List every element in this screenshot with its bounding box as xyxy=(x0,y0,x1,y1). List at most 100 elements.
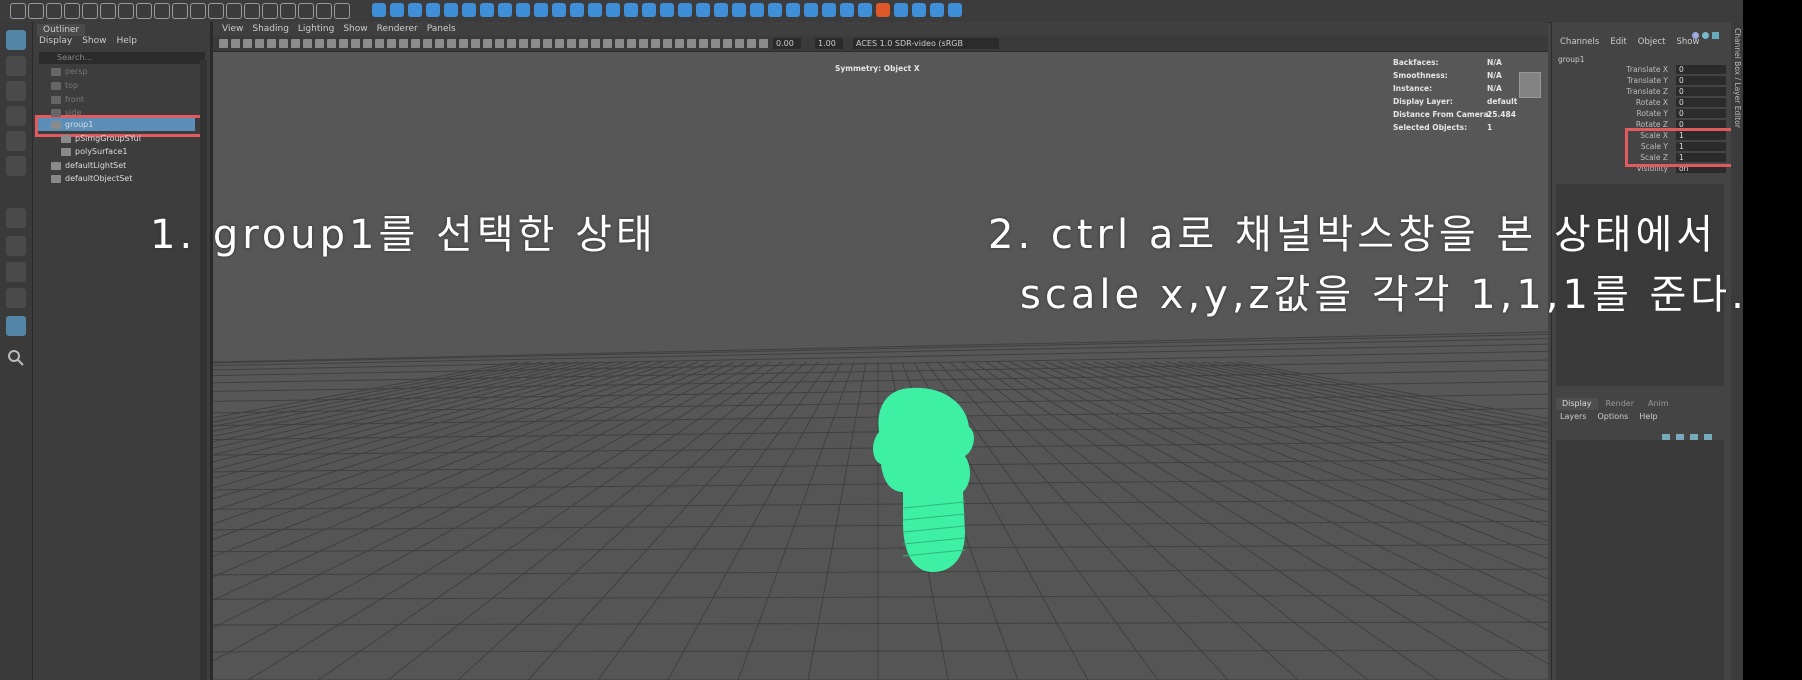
viewport-tool-icon[interactable] xyxy=(555,39,564,48)
viewport-menu-shading[interactable]: Shading xyxy=(252,24,289,34)
shelf-tool-icon[interactable] xyxy=(858,3,872,17)
shelf-tool-icon[interactable] xyxy=(498,3,512,17)
viewport-tool-icon[interactable] xyxy=(291,39,300,48)
shelf-tool-icon[interactable] xyxy=(118,3,134,19)
shelf-tool-icon[interactable] xyxy=(840,3,854,17)
viewport-tool-icon[interactable] xyxy=(315,39,324,48)
viewport-tool-icon[interactable] xyxy=(567,39,576,48)
viewport-panel[interactable]: View Shading Lighting Show Renderer Panels 0.… xyxy=(213,22,1548,680)
viewport-tool-icon[interactable] xyxy=(267,39,276,48)
shelf-tool-icon[interactable] xyxy=(298,3,314,19)
shelf-tool-icon[interactable] xyxy=(876,3,890,17)
outliner-item[interactable]: pSimgGroupSYul xyxy=(61,133,141,145)
shelf-tool-icon[interactable] xyxy=(226,3,242,19)
viewport-tool-icon[interactable] xyxy=(459,39,468,48)
color-space-select[interactable]: ACES 1.0 SDR-video (sRGB xyxy=(853,38,999,49)
channel-row[interactable]: Translate X 0 xyxy=(1552,64,1726,75)
shelf-tool-icon[interactable] xyxy=(588,3,602,17)
viewport-tool-icon[interactable] xyxy=(579,39,588,48)
viewport-menu-panels[interactable]: Panels xyxy=(427,24,456,34)
viewport-menu-renderer[interactable]: Renderer xyxy=(377,24,418,34)
shelf-tool-icon[interactable] xyxy=(208,3,224,19)
four-view-icon[interactable] xyxy=(6,262,26,282)
viewport-tool-icon[interactable] xyxy=(651,39,660,48)
viewport-tool-icon[interactable] xyxy=(531,39,540,48)
shelf-tool-icon[interactable] xyxy=(64,3,80,19)
viewport-tool-icon[interactable] xyxy=(495,39,504,48)
shelf-tool-icon[interactable] xyxy=(244,3,260,19)
channel-box-side-tab[interactable]: Channel Box / Layer Editor xyxy=(1731,22,1743,680)
viewport-tool-icon[interactable] xyxy=(747,39,756,48)
viewport-tool-icon[interactable] xyxy=(279,39,288,48)
viewport-tool-icon[interactable] xyxy=(363,39,372,48)
cb-menu-show[interactable]: Show xyxy=(1676,37,1699,47)
outliner-tab[interactable]: Outliner xyxy=(37,24,86,36)
scale-tool-icon[interactable] xyxy=(6,156,26,176)
shelf-tool-icon[interactable] xyxy=(786,3,800,17)
viewport-tool-icon[interactable] xyxy=(243,39,252,48)
shelf-tool-icon[interactable] xyxy=(930,3,944,17)
exposure-field[interactable]: 0.00 xyxy=(773,38,801,49)
gamma-field[interactable]: 1.00 xyxy=(815,38,843,49)
viewport-tool-icon[interactable] xyxy=(663,39,672,48)
viewport-tool-icon[interactable] xyxy=(759,39,768,48)
cb-menu-object[interactable]: Object xyxy=(1638,37,1666,47)
shelf-tool-icon[interactable] xyxy=(172,3,188,19)
channel-value-field[interactable]: 0 xyxy=(1676,76,1726,85)
shelf-tool-icon[interactable] xyxy=(390,3,404,17)
outliner-layout-icon[interactable] xyxy=(6,316,26,336)
move-tool-icon[interactable] xyxy=(6,106,26,126)
shelf-tool-icon[interactable] xyxy=(444,3,458,17)
cb-menu-edit[interactable]: Edit xyxy=(1610,37,1626,47)
last-tool-icon[interactable] xyxy=(6,208,26,228)
viewport-tool-icon[interactable] xyxy=(615,39,624,48)
shelf-tool-icon[interactable] xyxy=(100,3,116,19)
layer-menu-options[interactable]: Options xyxy=(1597,412,1628,421)
channel-value-field[interactable]: 0 xyxy=(1676,98,1726,107)
shelf-tool-icon[interactable] xyxy=(190,3,206,19)
viewport-tool-icon[interactable] xyxy=(603,39,612,48)
shelf-tool-icon[interactable] xyxy=(82,3,98,19)
outliner-item[interactable]: defaultLightSet xyxy=(51,160,126,172)
outliner-search-input[interactable]: Search... xyxy=(39,52,205,64)
shelf-tool-icon[interactable] xyxy=(768,3,782,17)
outliner-menu-show[interactable]: Show xyxy=(82,36,106,46)
viewport-tool-icon[interactable] xyxy=(231,39,240,48)
shelf-tool-icon[interactable] xyxy=(28,3,44,19)
layer-menu-help[interactable]: Help xyxy=(1639,412,1657,421)
viewport-tool-icon[interactable] xyxy=(399,39,408,48)
shelf-tool-icon[interactable] xyxy=(678,3,692,17)
shelf-tool-icon[interactable] xyxy=(316,3,332,19)
shelf-tool-icon[interactable] xyxy=(804,3,818,17)
layer-menu-layers[interactable]: Layers xyxy=(1560,412,1586,421)
shelf-tool-icon[interactable] xyxy=(912,3,926,17)
shelf-tool-icon[interactable] xyxy=(606,3,620,17)
viewport-tool-icon[interactable] xyxy=(519,39,528,48)
channel-row[interactable]: Translate Y 0 xyxy=(1552,75,1726,86)
shelf-tool-icon[interactable] xyxy=(426,3,440,17)
viewport-tool-icon[interactable] xyxy=(471,39,480,48)
shelf-tool-icon[interactable] xyxy=(262,3,278,19)
shelf-tool-icon[interactable] xyxy=(462,3,476,17)
viewport-tool-icon[interactable] xyxy=(591,39,600,48)
outliner-menu-help[interactable]: Help xyxy=(116,36,137,46)
shelf-tool-icon[interactable] xyxy=(552,3,566,17)
shelf-tool-icon[interactable] xyxy=(408,3,422,17)
outliner-menu-display[interactable]: Display xyxy=(39,36,72,46)
viewport-tool-icon[interactable] xyxy=(327,39,336,48)
shelf-tool-icon[interactable] xyxy=(894,3,908,17)
channel-row[interactable]: Translate Z 0 xyxy=(1552,86,1726,97)
channel-row[interactable]: Rotate X 0 xyxy=(1552,97,1726,108)
paint-select-icon[interactable] xyxy=(6,81,26,101)
layer-tab-render[interactable]: Render xyxy=(1598,399,1642,408)
shelf-tool-icon[interactable] xyxy=(10,3,26,19)
viewport-tool-icon[interactable] xyxy=(255,39,264,48)
viewport-tool-icon[interactable] xyxy=(507,39,516,48)
shelf-tool-icon[interactable] xyxy=(624,3,638,17)
channel-row[interactable]: Rotate Y 0 xyxy=(1552,108,1726,119)
outliner-item[interactable]: defaultObjectSet xyxy=(51,173,132,185)
layer-tab-display[interactable]: Display xyxy=(1556,398,1598,410)
viewport-tool-icon[interactable] xyxy=(303,39,312,48)
outliner-item[interactable]: side xyxy=(51,107,81,119)
viewport-tool-icon[interactable] xyxy=(627,39,636,48)
